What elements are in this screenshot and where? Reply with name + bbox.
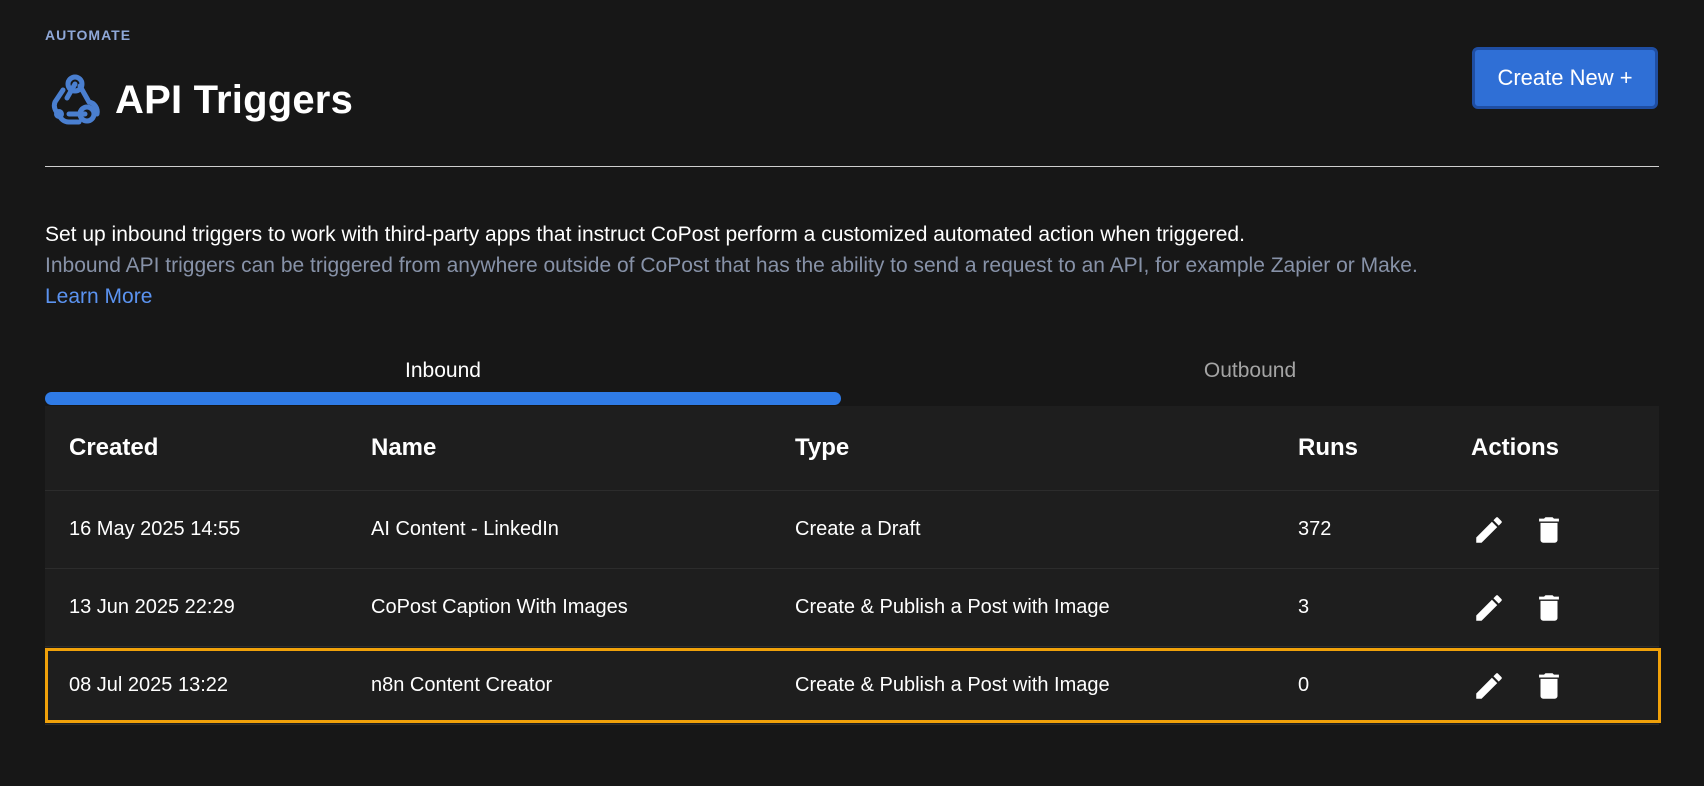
cell-created: 16 May 2025 14:55 xyxy=(69,518,241,540)
active-tab-indicator xyxy=(45,392,841,405)
tab-inbound[interactable]: Inbound xyxy=(45,354,841,388)
webhook-icon xyxy=(51,74,100,125)
cell-runs: 0 xyxy=(1298,674,1310,696)
table-row[interactable]: 08 Jul 2025 13:22 n8n Content Creator Cr… xyxy=(45,647,1659,725)
cell-type: Create a Draft xyxy=(795,518,921,540)
table-header: Created Name Type Runs Actions xyxy=(45,406,1659,491)
edit-icon[interactable] xyxy=(1471,590,1507,626)
column-header-runs: Runs xyxy=(1298,434,1358,461)
cell-runs: 3 xyxy=(1298,596,1310,618)
delete-icon[interactable] xyxy=(1531,512,1567,548)
cell-actions xyxy=(1471,569,1567,646)
cell-name: CoPost Caption With Images xyxy=(371,596,628,618)
cell-created: 08 Jul 2025 13:22 xyxy=(69,674,229,696)
delete-icon[interactable] xyxy=(1531,668,1567,704)
tab-outbound[interactable]: Outbound xyxy=(841,354,1659,388)
column-header-created: Created xyxy=(69,434,159,461)
section-eyebrow: AUTOMATE xyxy=(45,27,132,43)
cell-name: n8n Content Creator xyxy=(371,674,553,696)
header-divider xyxy=(45,166,1659,167)
column-header-actions: Actions xyxy=(1471,434,1560,461)
cell-type: Create & Publish a Post with Image xyxy=(795,674,1110,696)
column-header-type: Type xyxy=(795,434,850,461)
edit-icon[interactable] xyxy=(1471,668,1507,704)
edit-icon[interactable] xyxy=(1471,512,1507,548)
table-row[interactable]: 16 May 2025 14:55 AI Content - LinkedIn … xyxy=(45,491,1659,569)
cell-created: 13 Jun 2025 22:29 xyxy=(69,596,235,618)
cell-runs: 372 xyxy=(1298,518,1332,540)
description-primary: Set up inbound triggers to work with thi… xyxy=(45,223,1245,246)
cell-name: AI Content - LinkedIn xyxy=(371,518,559,540)
table-row[interactable]: 13 Jun 2025 22:29 CoPost Caption With Im… xyxy=(45,569,1659,647)
api-triggers-page: AUTOMATE API Triggers Create New + Set u… xyxy=(0,0,1704,786)
triggers-table: Created Name Type Runs Actions 16 May 20… xyxy=(45,406,1659,725)
cell-actions xyxy=(1471,491,1567,568)
column-header-name: Name xyxy=(371,434,437,461)
title-row: API Triggers xyxy=(45,72,353,128)
learn-more-link[interactable]: Learn More xyxy=(45,281,152,312)
create-new-button[interactable]: Create New + xyxy=(1472,47,1658,109)
delete-icon[interactable] xyxy=(1531,590,1567,626)
trigger-tabs: Inbound Outbound xyxy=(45,354,1659,406)
description-secondary: Inbound API triggers can be triggered fr… xyxy=(45,254,1418,277)
page-title: API Triggers xyxy=(115,77,354,122)
cell-type: Create & Publish a Post with Image xyxy=(795,596,1110,618)
cell-actions xyxy=(1471,647,1567,724)
description: Set up inbound triggers to work with thi… xyxy=(45,219,1665,312)
